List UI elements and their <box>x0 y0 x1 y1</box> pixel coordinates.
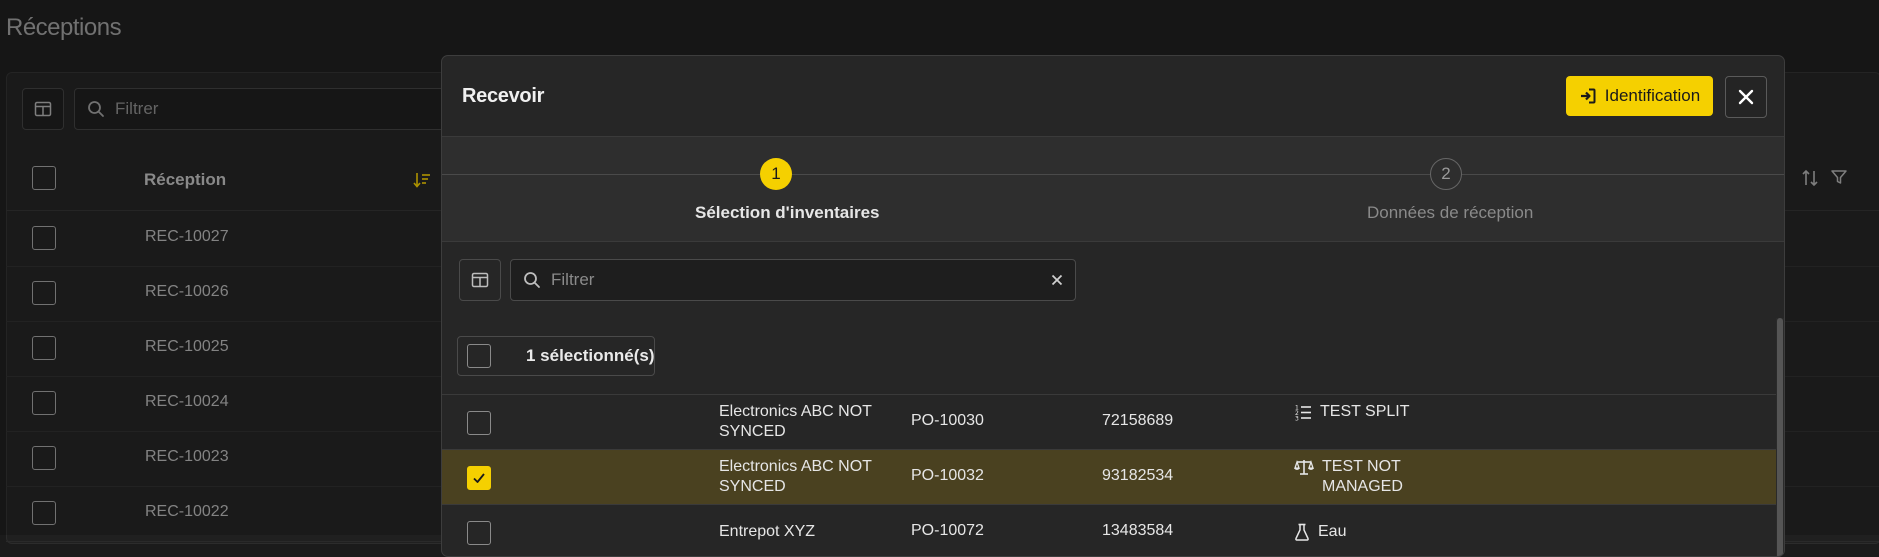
modal-title: Recevoir <box>462 85 545 107</box>
modal-columns-toggle-button[interactable] <box>459 259 501 301</box>
type-label: Eau <box>1318 523 1347 540</box>
select-all-checkbox[interactable] <box>467 344 491 368</box>
modal-scrollbar[interactable] <box>1776 318 1784 556</box>
inventory-type: TEST NOT MANAGED <box>1294 457 1442 497</box>
stepper-line <box>442 174 1784 175</box>
sign-in-icon <box>1580 88 1596 104</box>
inventory-row[interactable]: Electronics ABC NOT SYNCED PO-10032 9318… <box>442 449 1776 505</box>
inventory-row[interactable]: Entrepot XYZ PO-10072 13483584 Eau <box>442 504 1776 556</box>
svg-text:3: 3 <box>1295 416 1299 422</box>
identification-label: Identification <box>1604 86 1701 105</box>
modal-filter-input[interactable]: Filtrer <box>510 259 1076 301</box>
selected-count: 1 sélectionné(s) <box>526 346 655 365</box>
inventory-number: 93182534 <box>1102 467 1174 484</box>
po-number: PO-10030 <box>911 412 984 429</box>
inventory-type: 123 TEST SPLIT <box>1294 402 1410 422</box>
inventory-number: 72158689 <box>1102 412 1174 429</box>
clear-icon[interactable] <box>1051 274 1063 286</box>
step-number: 2 <box>1430 158 1462 190</box>
po-number: PO-10072 <box>911 522 984 539</box>
step-number: 1 <box>760 158 792 190</box>
row-checkbox[interactable] <box>467 411 491 435</box>
scale-icon <box>1294 459 1314 475</box>
receive-modal: Recevoir Identification 1 Sélection d'in… <box>441 55 1785 557</box>
scrollbar-thumb[interactable] <box>1777 318 1783 556</box>
type-label: TEST SPLIT <box>1320 403 1410 420</box>
close-icon <box>1738 89 1754 105</box>
list-numbered-icon: 123 <box>1295 405 1311 422</box>
inventory-type: Eau <box>1294 522 1346 542</box>
filter-placeholder: Filtrer <box>551 270 595 289</box>
row-checkbox-checked[interactable] <box>467 466 491 490</box>
inventory-number: 13483584 <box>1102 522 1174 539</box>
identification-button[interactable]: Identification <box>1566 76 1713 116</box>
columns-icon <box>471 272 489 288</box>
inventory-row[interactable]: Electronics ABC NOT SYNCED PO-10030 7215… <box>442 394 1776 450</box>
close-button[interactable] <box>1725 76 1767 118</box>
stepper: 1 Sélection d'inventaires 2 Données de r… <box>442 137 1784 242</box>
step-label: Sélection d'inventaires <box>695 203 880 222</box>
supplier-name: Electronics ABC NOT SYNCED <box>719 403 872 440</box>
supplier-name: Electronics ABC NOT SYNCED <box>719 458 872 495</box>
flask-icon <box>1295 523 1309 541</box>
search-icon <box>524 272 540 288</box>
type-label: TEST NOT MANAGED <box>1322 458 1403 495</box>
row-checkbox[interactable] <box>467 521 491 545</box>
check-icon <box>473 473 485 483</box>
supplier-name: Entrepot XYZ <box>719 523 816 540</box>
selection-summary: 1 sélectionné(s) <box>457 336 655 376</box>
po-number: PO-10032 <box>911 467 984 484</box>
modal-header: Recevoir Identification <box>442 56 1784 137</box>
step-label: Données de réception <box>1367 203 1534 222</box>
